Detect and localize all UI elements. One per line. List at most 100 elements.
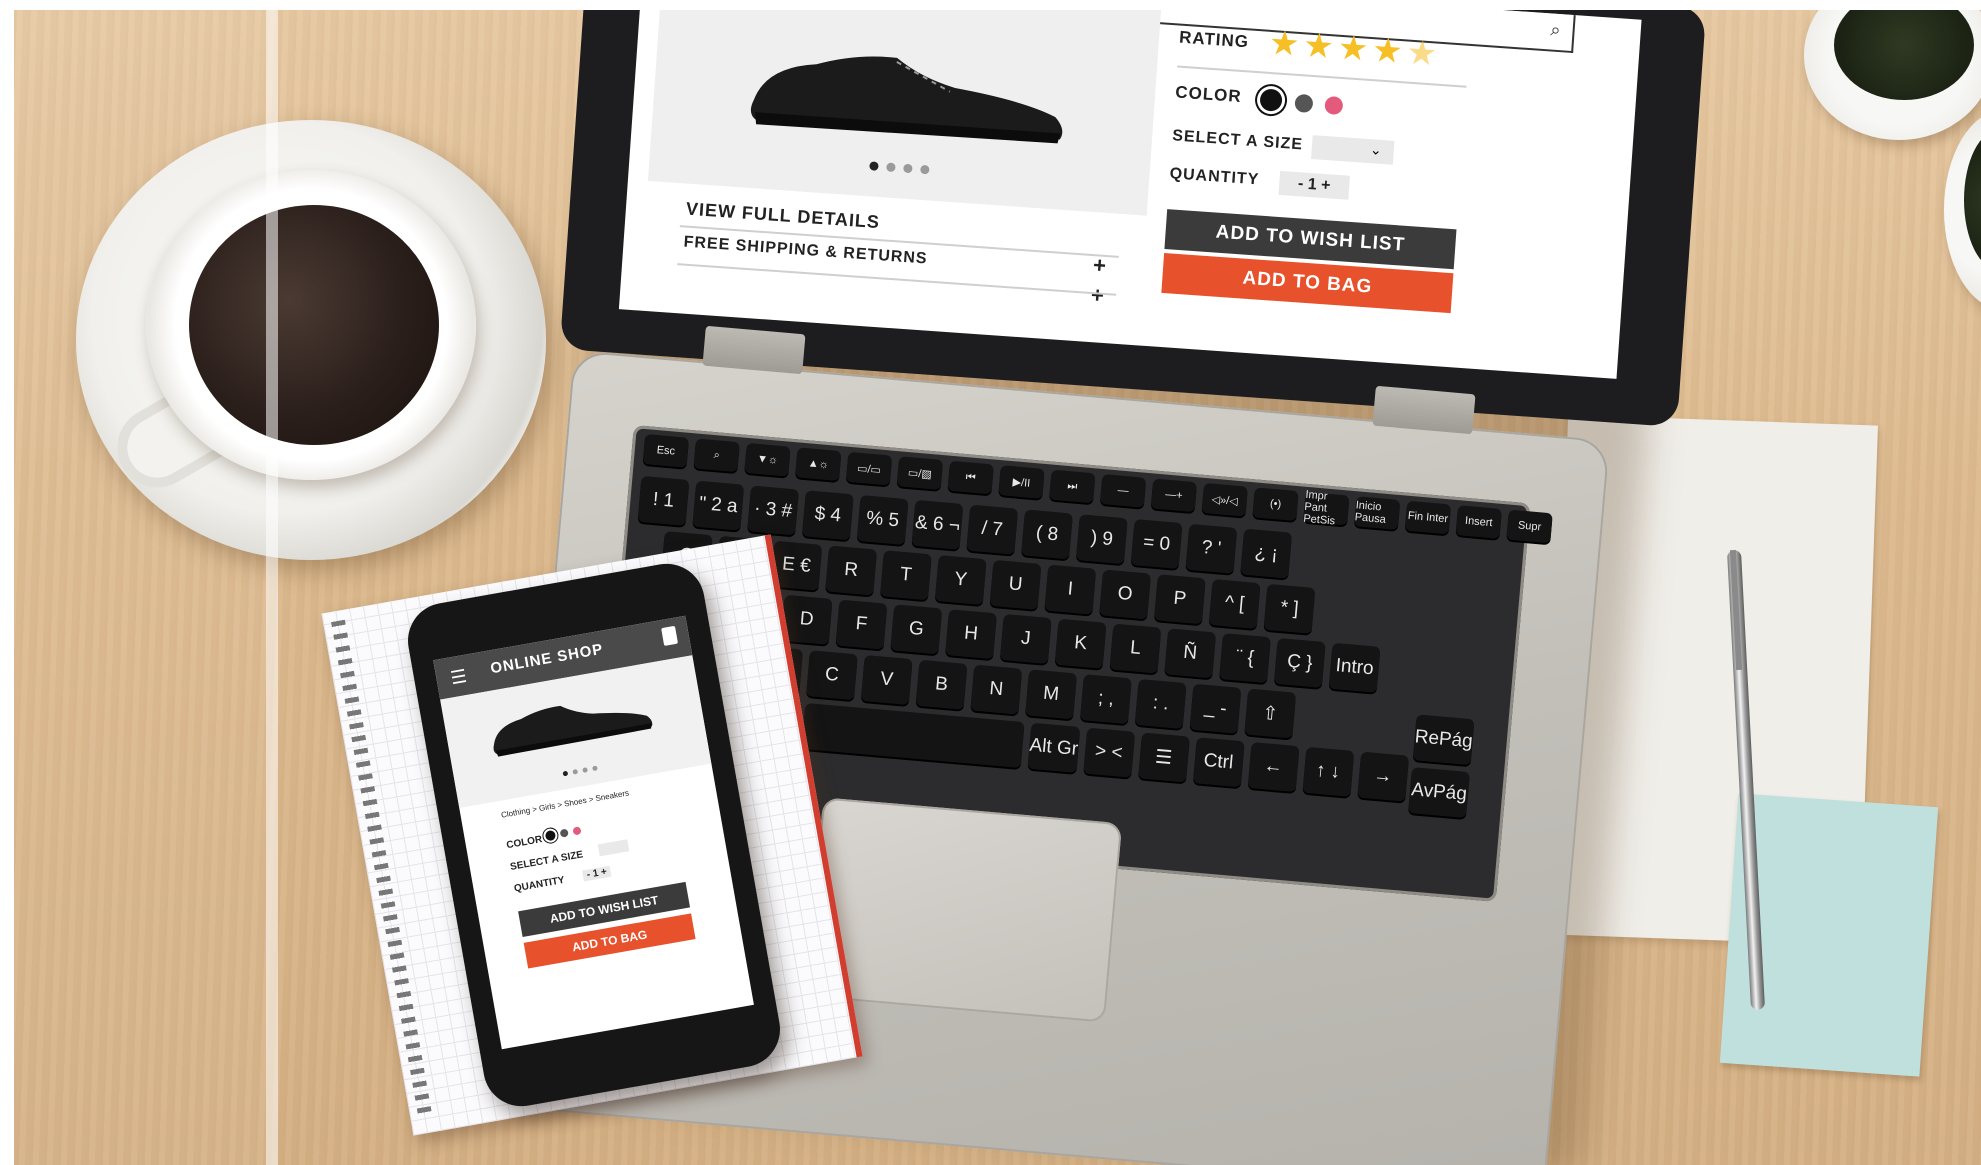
keyboard-key[interactable]: ; , bbox=[1079, 674, 1132, 725]
quantity-stepper[interactable]: - 1 + bbox=[582, 865, 612, 882]
size-select[interactable] bbox=[597, 839, 630, 857]
keyboard-key[interactable]: O bbox=[1099, 569, 1152, 620]
pager-dot[interactable] bbox=[886, 162, 896, 173]
keyboard-key[interactable]: C bbox=[806, 650, 858, 701]
keyboard-key[interactable]: RePág bbox=[1412, 714, 1475, 766]
keyboard-key[interactable]: H bbox=[945, 609, 997, 660]
keyboard-key[interactable]: U bbox=[989, 559, 1042, 610]
star-icon: ★ bbox=[1370, 31, 1404, 72]
keyboard-key[interactable]: — bbox=[1099, 474, 1147, 508]
expand-returns-icon[interactable]: + bbox=[1090, 282, 1105, 309]
pager-dot[interactable] bbox=[582, 767, 588, 773]
keyboard-key[interactable]: L bbox=[1109, 623, 1162, 674]
color-swatch-gray[interactable] bbox=[559, 828, 569, 838]
keyboard-key[interactable]: Alt Gr bbox=[1027, 722, 1080, 773]
keyboard-key[interactable]: ¿ ¡ bbox=[1240, 528, 1293, 579]
keyboard-key[interactable]: ⏮ bbox=[947, 460, 994, 495]
color-swatch-black[interactable] bbox=[544, 829, 557, 842]
quantity-stepper[interactable]: - 1 + bbox=[1278, 170, 1350, 200]
keyboard-key[interactable]: (•) bbox=[1252, 487, 1299, 522]
keyboard-key[interactable]: ⌕ bbox=[693, 438, 740, 473]
keyboard-key[interactable]: : . bbox=[1134, 678, 1187, 729]
keyboard-key[interactable]: ^ [ bbox=[1208, 579, 1261, 630]
image-pager[interactable] bbox=[562, 765, 598, 777]
keyboard-key[interactable]: F bbox=[835, 599, 888, 650]
keyboard-key[interactable]: Intro bbox=[1328, 642, 1381, 693]
keyboard-key[interactable]: " 2 a bbox=[692, 480, 745, 531]
search-icon[interactable]: ⌕ bbox=[1550, 19, 1561, 41]
size-select[interactable]: ⌄ bbox=[1311, 135, 1395, 165]
pager-dot[interactable] bbox=[562, 770, 569, 777]
keyboard-key[interactable]: B bbox=[915, 659, 968, 710]
color-swatch-gray[interactable] bbox=[1294, 93, 1314, 114]
keyboard-key[interactable]: N bbox=[970, 664, 1023, 715]
pager-dot[interactable] bbox=[903, 163, 913, 174]
pager-dot[interactable] bbox=[592, 765, 598, 772]
keyboard-key[interactable]: ← bbox=[1247, 742, 1300, 793]
keyboard-key[interactable]: Y bbox=[934, 555, 987, 606]
hamburger-menu-icon[interactable]: ☰ bbox=[449, 666, 469, 689]
keyboard-key[interactable]: ◁»/◁ bbox=[1201, 482, 1248, 517]
keyboard-key[interactable]: & 6 ¬ bbox=[911, 499, 964, 550]
keyboard-key[interactable]: J bbox=[999, 613, 1052, 664]
keyboard-key[interactable]: ( 8 bbox=[1021, 509, 1073, 560]
keyboard-key[interactable]: Supr bbox=[1506, 509, 1553, 544]
keyboard-key[interactable]: Impr Pant PetSis bbox=[1303, 489, 1350, 527]
keyboard-key[interactable]: ↑ ↓ bbox=[1302, 746, 1354, 797]
trackpad[interactable] bbox=[805, 797, 1123, 1023]
keyboard-key[interactable]: Ç } bbox=[1273, 637, 1326, 688]
shopping-bag-icon[interactable] bbox=[661, 625, 679, 646]
keyboard-key[interactable]: T bbox=[880, 550, 932, 601]
color-swatch-pink[interactable] bbox=[572, 826, 582, 836]
keyboard-key[interactable]: Ctrl bbox=[1192, 737, 1245, 788]
keyboard-key[interactable]: ☰ bbox=[1137, 732, 1190, 783]
keyboard-key[interactable]: R bbox=[825, 545, 878, 596]
keyboard-key[interactable]: Inicio Pausa bbox=[1353, 496, 1401, 530]
keyboard-key[interactable]: G bbox=[890, 604, 943, 655]
keyboard-key[interactable]: Fin Inter bbox=[1404, 500, 1452, 535]
image-pager[interactable] bbox=[869, 161, 930, 175]
color-swatch-pink[interactable] bbox=[1324, 95, 1344, 116]
keyboard-key[interactable]: AvPág bbox=[1408, 767, 1471, 819]
keyboard-key[interactable]: ⏭ bbox=[1049, 469, 1096, 504]
keyboard-key[interactable]: ¨ { bbox=[1219, 633, 1271, 684]
keyboard-key[interactable]: ▭/▨ bbox=[896, 456, 944, 490]
keyboard-key[interactable]: ? ' bbox=[1185, 523, 1238, 574]
keyboard-key[interactable]: · 3 # bbox=[747, 485, 799, 536]
keyboard-key[interactable]: Esc bbox=[642, 434, 690, 468]
pager-dot[interactable] bbox=[572, 768, 579, 775]
keyboard-key[interactable]: Ñ bbox=[1164, 628, 1217, 679]
keyboard-key[interactable]: _ - bbox=[1189, 683, 1242, 734]
product-image[interactable] bbox=[647, 10, 1162, 216]
keyboard-key[interactable]: ▭/▭ bbox=[845, 451, 893, 486]
keyboard-key[interactable]: % 5 bbox=[856, 495, 909, 546]
keyboard-key[interactable]: * ] bbox=[1263, 583, 1316, 634]
keyboard-key[interactable]: → bbox=[1356, 751, 1409, 802]
keyboard-key[interactable]: K bbox=[1054, 618, 1107, 669]
keyboard-key[interactable]: = 0 bbox=[1130, 518, 1183, 570]
keyboard-key[interactable]: / 7 bbox=[966, 504, 1019, 555]
keyboard-key[interactable]: I bbox=[1044, 564, 1097, 615]
keyboard-key[interactable]: V bbox=[860, 654, 913, 706]
expand-shipping-icon[interactable]: + bbox=[1092, 252, 1107, 279]
free-shipping-returns-link[interactable]: FREE SHIPPING & RETURNS bbox=[683, 234, 928, 269]
keyboard-key[interactable]: ! 1 bbox=[637, 475, 690, 526]
star-icon: ★ bbox=[1302, 26, 1336, 67]
keyboard-key[interactable]: ▼☼ bbox=[744, 442, 791, 477]
keyboard-key[interactable]: > < bbox=[1082, 727, 1135, 778]
keyboard-key[interactable]: M bbox=[1025, 669, 1078, 720]
keyboard-key[interactable]: ⇧ bbox=[1244, 688, 1297, 739]
shop-title: ONLINE SHOP bbox=[489, 640, 605, 678]
pager-dot[interactable] bbox=[920, 164, 930, 175]
keyboard-key[interactable]: Insert bbox=[1455, 505, 1502, 539]
keyboard-key[interactable] bbox=[801, 702, 1025, 768]
keyboard-key[interactable]: ) 9 bbox=[1075, 514, 1128, 565]
color-swatch-black[interactable] bbox=[1259, 88, 1283, 112]
keyboard-key[interactable]: ▶/II bbox=[998, 465, 1045, 499]
keyboard-key[interactable]: —+ bbox=[1150, 478, 1198, 513]
keyboard-key[interactable]: ▲☼ bbox=[795, 447, 842, 482]
pager-dot[interactable] bbox=[869, 161, 879, 171]
keyboard-key[interactable]: P bbox=[1153, 574, 1206, 625]
left-divider-strip bbox=[266, 10, 278, 1165]
keyboard-key[interactable]: $ 4 bbox=[801, 490, 854, 541]
